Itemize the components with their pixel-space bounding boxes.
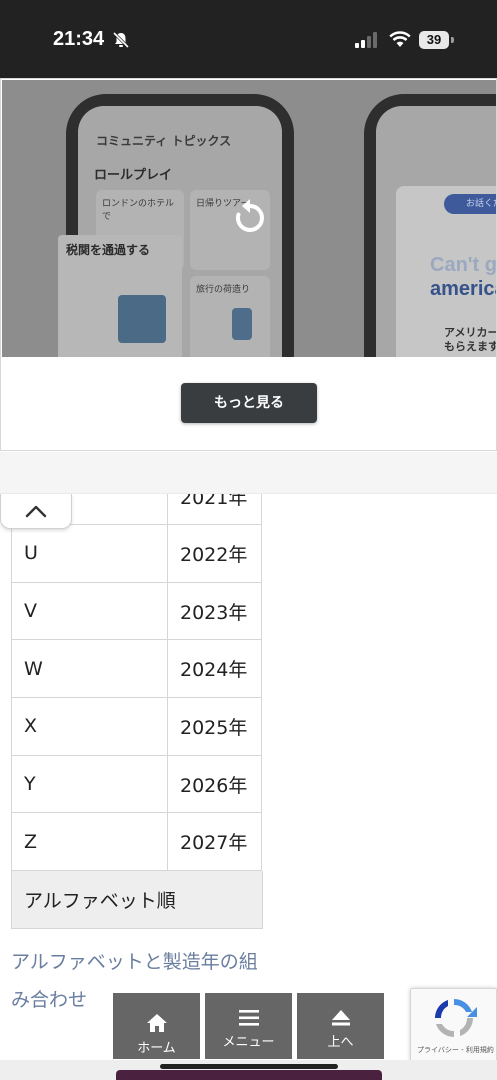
battery-icon: 39 (419, 31, 449, 49)
phone-card-packing: 旅行の荷造り (190, 276, 270, 357)
roleplay-japanese: アメリカー もらえます (444, 326, 496, 353)
table-footer: アルファベット順 (11, 871, 263, 930)
sticky-ad-strip (0, 452, 497, 494)
table-cell-letter: W (11, 640, 168, 699)
nav-menu-label: メニュー (222, 1035, 275, 1050)
bell-slash-icon (112, 31, 130, 49)
bottom-ad-banner[interactable] (116, 1070, 382, 1080)
table-row: X 2025年 (11, 698, 263, 756)
roleplay-english-2: america (430, 278, 496, 300)
phone-roleplay-title: ロールプレイ (94, 168, 173, 183)
phone-header: コミュニティ トピックス (96, 134, 232, 148)
roleplay-card: お話ください Can't ge america アメリカー もらえます (396, 186, 496, 357)
battery-nub (451, 37, 454, 43)
luggage-icon (232, 308, 252, 340)
table-cell-year: 2026年 (167, 755, 262, 814)
nav-home-label: ホーム (137, 1041, 176, 1056)
table-row: V 2023年 (11, 582, 263, 641)
nav-up-button[interactable]: 上へ (297, 993, 384, 1059)
ad-video[interactable]: コミュニティ トピックス ロールプレイ ロンドンのホテルで 日帰りツアー 旅行の… (2, 80, 496, 357)
table-cell-letter: U (11, 525, 168, 583)
eject-up-icon (332, 1010, 350, 1026)
wifi-icon (389, 31, 411, 47)
collapse-ad-button[interactable] (0, 494, 72, 529)
mic-pill: お話ください (444, 194, 496, 214)
nav-home-button[interactable]: ホーム (113, 993, 200, 1059)
nav-menu-button[interactable]: メニュー (205, 993, 292, 1059)
phone-mockup-right: お話ください Can't ge america アメリカー もらえます (364, 94, 496, 357)
customs-card: 税関を通過する (58, 235, 182, 357)
ad-card: コミュニティ トピックス ロールプレイ ロンドンのホテルで 日帰りツアー 旅行の… (0, 78, 497, 451)
table-cell-year: 2022年 (167, 525, 262, 583)
table-cell-year: 2024年 (167, 640, 262, 699)
roleplay-english-1: Can't ge (430, 254, 496, 276)
customs-officer-icon (118, 295, 166, 343)
home-indicator (160, 1064, 338, 1069)
status-time: 21:34 (53, 28, 105, 50)
replay-icon[interactable] (231, 198, 269, 238)
menu-icon (239, 1010, 259, 1026)
signal-icon (355, 32, 377, 48)
table-cell-year: 2023年 (167, 582, 262, 641)
chevron-up-icon (25, 505, 47, 518)
table-row: U 2022年 (11, 525, 263, 583)
home-icon (147, 1014, 167, 1032)
phone-screen: お話ください Can't ge america アメリカー もらえます (376, 106, 496, 357)
table-cell-year: 2027年 (167, 813, 262, 872)
table-cell-year: 2025年 (167, 698, 262, 756)
table-cell-letter: Y (11, 755, 168, 814)
recaptcha-links[interactable]: プライバシー - 利用規約 (417, 1045, 494, 1055)
table-row: Z 2027年 (11, 813, 263, 872)
see-more-button[interactable]: もっと見る (181, 383, 317, 423)
screen: 21:34 39 コミュニティ トピックス ロールプレイ ロンドンのホテルで 日… (0, 0, 497, 1080)
recaptcha-badge[interactable]: プライバシー - 利用規約 (410, 988, 497, 1062)
table-cell-letter: X (11, 698, 168, 756)
table-row: Y 2026年 (11, 755, 263, 814)
year-table: 2021年 U 2022年 V 2023年 W 2024年 X 2025年 Y … (11, 468, 263, 930)
table-row: W 2024年 (11, 640, 263, 699)
recaptcha-icon (435, 999, 477, 1037)
table-cell-letter: Z (11, 813, 168, 872)
customs-card-title: 税関を通過する (66, 243, 151, 257)
table-cell-letter: V (11, 582, 168, 641)
nav-up-label: 上へ (327, 1035, 354, 1050)
status-bar: 21:34 39 (0, 0, 497, 78)
